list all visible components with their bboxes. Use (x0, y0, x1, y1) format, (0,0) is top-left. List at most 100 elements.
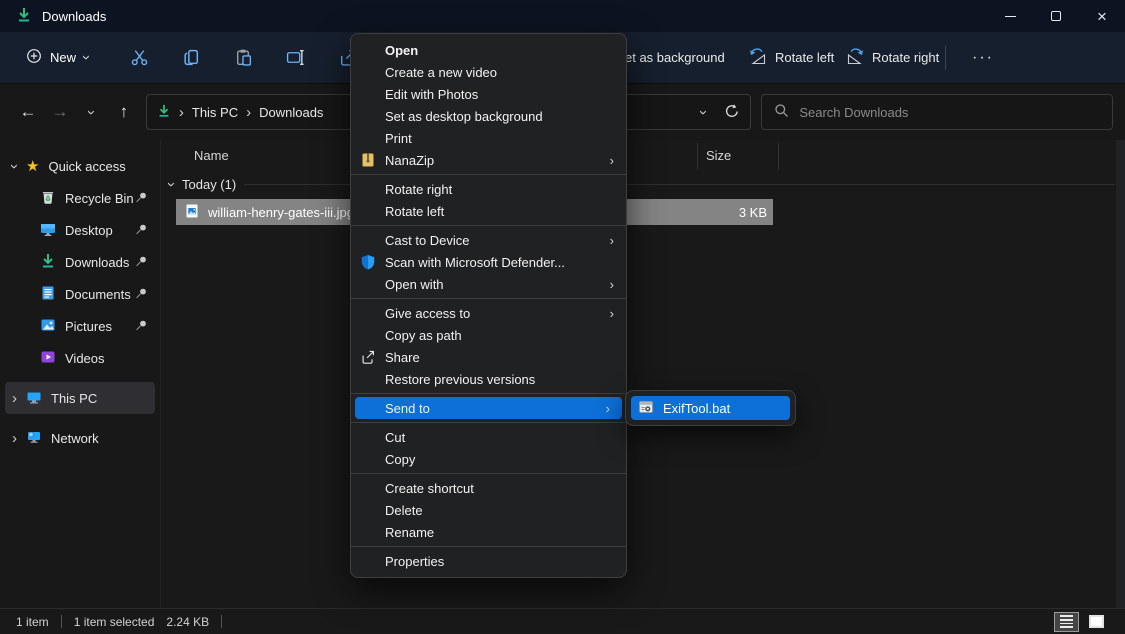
scrollbar-track[interactable] (1116, 140, 1125, 608)
downloads-mini-icon (157, 104, 171, 121)
search-input[interactable] (799, 105, 1100, 120)
address-dropdown-icon[interactable]: › (696, 110, 711, 115)
menu-item-copy-as-path[interactable]: Copy as path (351, 324, 626, 346)
file-list-pane: Name Size › Today (1) william-henry-gate… (160, 140, 1125, 608)
recent-locations-button[interactable]: › (76, 96, 108, 128)
sidebar-item-this-pc[interactable]: › This PC (5, 382, 155, 414)
menu-item-print[interactable]: Print (351, 127, 626, 149)
menu-item-label: Set as desktop background (385, 109, 626, 124)
back-button[interactable]: ← (12, 96, 44, 128)
sidebar-item-label: Downloads (65, 255, 129, 270)
sidebar-item-label: Videos (65, 351, 105, 366)
menu-item-rename[interactable]: Rename (351, 521, 626, 543)
column-header-size[interactable]: Size (706, 148, 731, 163)
menu-item-cast-to-device[interactable]: Cast to Device› (351, 229, 626, 251)
menu-item-label: Copy as path (385, 328, 626, 343)
refresh-button[interactable] (724, 103, 740, 122)
sidebar-item-downloads[interactable]: Downloads (0, 246, 160, 278)
chevron-right-icon: › (610, 306, 614, 321)
search-box[interactable] (761, 94, 1113, 130)
menu-item-give-access-to[interactable]: Give access to› (351, 302, 626, 324)
send-to-submenu: ExifTool.bat (625, 390, 796, 426)
menu-item-properties[interactable]: Properties (351, 550, 626, 572)
sidebar-quick-access[interactable]: › ★ Quick access (0, 150, 160, 182)
details-view-button[interactable] (1054, 612, 1079, 632)
titlebar: Downloads × (0, 0, 1125, 32)
menu-item-copy[interactable]: Copy (351, 448, 626, 470)
menu-item-cut[interactable]: Cut (351, 426, 626, 448)
menu-item-open[interactable]: Open (351, 39, 626, 61)
new-button[interactable]: New › (18, 42, 97, 73)
minimize-icon (1005, 16, 1016, 17)
sidebar-item-recycle-bin[interactable]: Recycle Bin (0, 182, 160, 214)
copy-button[interactable] (179, 46, 203, 70)
menu-item-nanazip[interactable]: NanaZip› (351, 149, 626, 171)
set-as-background-button[interactable]: et as background (625, 32, 725, 83)
maximize-button[interactable] (1033, 0, 1079, 32)
rename-icon (286, 48, 305, 67)
menu-item-label: Create shortcut (385, 481, 626, 496)
status-bar: 1 item 1 item selected 2.24 KB (0, 608, 1125, 634)
refresh-icon (724, 103, 740, 119)
menu-separator (351, 393, 626, 394)
paste-button[interactable] (231, 46, 255, 70)
file-name: william-henry-gates-iii.jpg (208, 205, 354, 220)
chevron-right-icon[interactable]: › (12, 391, 17, 406)
pin-icon (135, 191, 148, 207)
rotate-right-button[interactable]: Rotate right (845, 32, 939, 83)
menu-item-label: Create a new video (385, 65, 626, 80)
rotate-left-button[interactable]: Rotate left (748, 32, 834, 83)
menu-item-label: Restore previous versions (385, 372, 626, 387)
thumbnails-view-icon (1089, 615, 1104, 628)
pictures-icon (40, 317, 56, 336)
chevron-right-icon[interactable]: › (12, 431, 17, 446)
close-button[interactable]: × (1079, 0, 1125, 32)
sidebar-item-documents[interactable]: Documents (0, 278, 160, 310)
menu-item-label: Cast to Device (385, 233, 610, 248)
chevron-right-icon: › (246, 105, 251, 120)
menu-item-share[interactable]: Share (351, 346, 626, 368)
breadcrumb-downloads[interactable]: Downloads (259, 105, 323, 120)
menu-item-delete[interactable]: Delete (351, 499, 626, 521)
thumbnails-view-button[interactable] (1084, 612, 1109, 632)
menu-item-edit-with-photos[interactable]: Edit with Photos (351, 83, 626, 105)
menu-item-label: Open (385, 43, 626, 58)
sidebar-item-desktop[interactable]: Desktop (0, 214, 160, 246)
videos-icon (40, 349, 56, 368)
rename-button[interactable] (283, 46, 307, 70)
menu-item-label: Edit with Photos (385, 87, 626, 102)
group-label: Today (1) (182, 177, 236, 192)
column-divider[interactable] (778, 143, 779, 169)
menu-item-create-a-new-video[interactable]: Create a new video (351, 61, 626, 83)
sidebar-item-pictures[interactable]: Pictures (0, 310, 160, 342)
menu-item-rotate-right[interactable]: Rotate right (351, 178, 626, 200)
submenu-item-exiftool-bat[interactable]: ExifTool.bat (631, 396, 790, 420)
breadcrumb-this-pc[interactable]: This PC (192, 105, 238, 120)
jpg-file-icon (184, 203, 200, 222)
menu-item-rotate-left[interactable]: Rotate left (351, 200, 626, 222)
menu-separator (351, 225, 626, 226)
menu-item-restore-previous-versions[interactable]: Restore previous versions (351, 368, 626, 390)
chevron-right-icon: › (610, 153, 614, 168)
up-button[interactable]: ↑ (108, 96, 140, 128)
more-options-button[interactable]: ··· (972, 32, 994, 83)
column-header-name[interactable]: Name (194, 148, 229, 163)
minimize-button[interactable] (987, 0, 1033, 32)
menu-item-create-shortcut[interactable]: Create shortcut (351, 477, 626, 499)
cut-button[interactable] (127, 46, 151, 70)
nanazip-icon (351, 152, 385, 168)
chevron-down-icon[interactable]: › (164, 182, 179, 187)
menu-item-send-to[interactable]: Send to› (355, 397, 622, 419)
column-divider[interactable] (697, 143, 698, 169)
group-header-today[interactable]: › Today (1) (169, 177, 1115, 192)
chevron-down-icon[interactable]: › (7, 164, 22, 169)
status-divider (61, 615, 62, 628)
menu-item-set-as-desktop-background[interactable]: Set as desktop background (351, 105, 626, 127)
menu-item-open-with[interactable]: Open with› (351, 273, 626, 295)
menu-item-label: Scan with Microsoft Defender... (385, 255, 626, 270)
sidebar-item-network[interactable]: › Network (0, 422, 160, 454)
search-icon (774, 103, 789, 121)
sidebar-item-videos[interactable]: Videos (0, 342, 160, 374)
menu-item-scan-with-microsoft-defender[interactable]: Scan with Microsoft Defender... (351, 251, 626, 273)
forward-button[interactable]: → (44, 96, 76, 128)
